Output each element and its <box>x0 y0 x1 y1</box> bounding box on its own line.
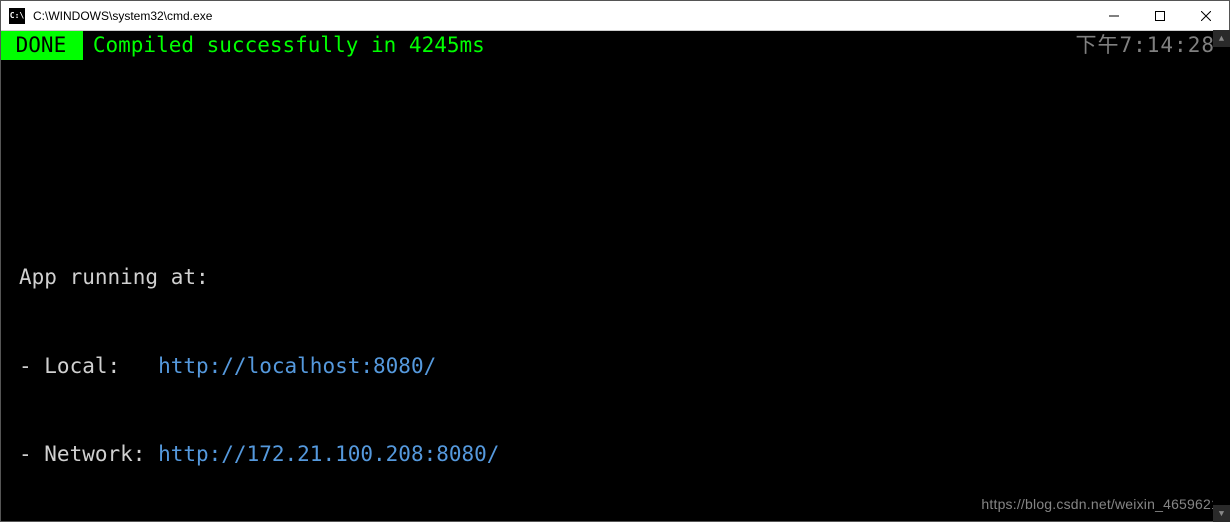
minimize-button[interactable] <box>1091 1 1137 30</box>
network-url-link[interactable]: http://172.21.100.208:8080/ <box>158 442 499 466</box>
scroll-down-arrow-icon[interactable]: ▼ <box>1213 505 1230 522</box>
blank-line <box>19 175 1211 204</box>
scroll-up-arrow-icon[interactable]: ▲ <box>1213 30 1230 47</box>
window-controls <box>1091 1 1229 30</box>
status-line: DONE Compiled successfully in 4245ms 下午7… <box>1 31 1229 60</box>
cmd-icon: C:\ <box>9 8 25 24</box>
local-url-link[interactable]: http://localhost:8080/ <box>158 354 436 378</box>
titlebar[interactable]: C:\ C:\WINDOWS\system32\cmd.exe <box>1 1 1229 31</box>
vertical-scrollbar[interactable]: ▲ ▼ <box>1213 30 1230 522</box>
close-button[interactable] <box>1183 1 1229 30</box>
maximize-button[interactable] <box>1137 1 1183 30</box>
app-running-line: App running at: <box>19 263 1211 292</box>
terminal-output: App running at: - Local: http://localhos… <box>1 116 1229 521</box>
local-label: - Local: <box>19 354 158 378</box>
timestamp: 下午7:14:28 <box>1075 31 1215 60</box>
network-label: - Network: <box>19 442 158 466</box>
scroll-track[interactable] <box>1213 47 1230 505</box>
compiled-message: Compiled successfully in 4245ms <box>93 31 485 60</box>
local-line: - Local: http://localhost:8080/ <box>19 352 1211 381</box>
network-line: - Network: http://172.21.100.208:8080/ <box>19 440 1211 469</box>
done-badge: DONE <box>1 31 83 60</box>
watermark: https://blog.csdn.net/weixin_4659621 <box>981 495 1219 515</box>
window-title: C:\WINDOWS\system32\cmd.exe <box>31 9 1091 23</box>
terminal-area[interactable]: DONE Compiled successfully in 4245ms 下午7… <box>1 31 1229 521</box>
cmd-window: C:\ C:\WINDOWS\system32\cmd.exe DONE Com… <box>0 0 1230 522</box>
